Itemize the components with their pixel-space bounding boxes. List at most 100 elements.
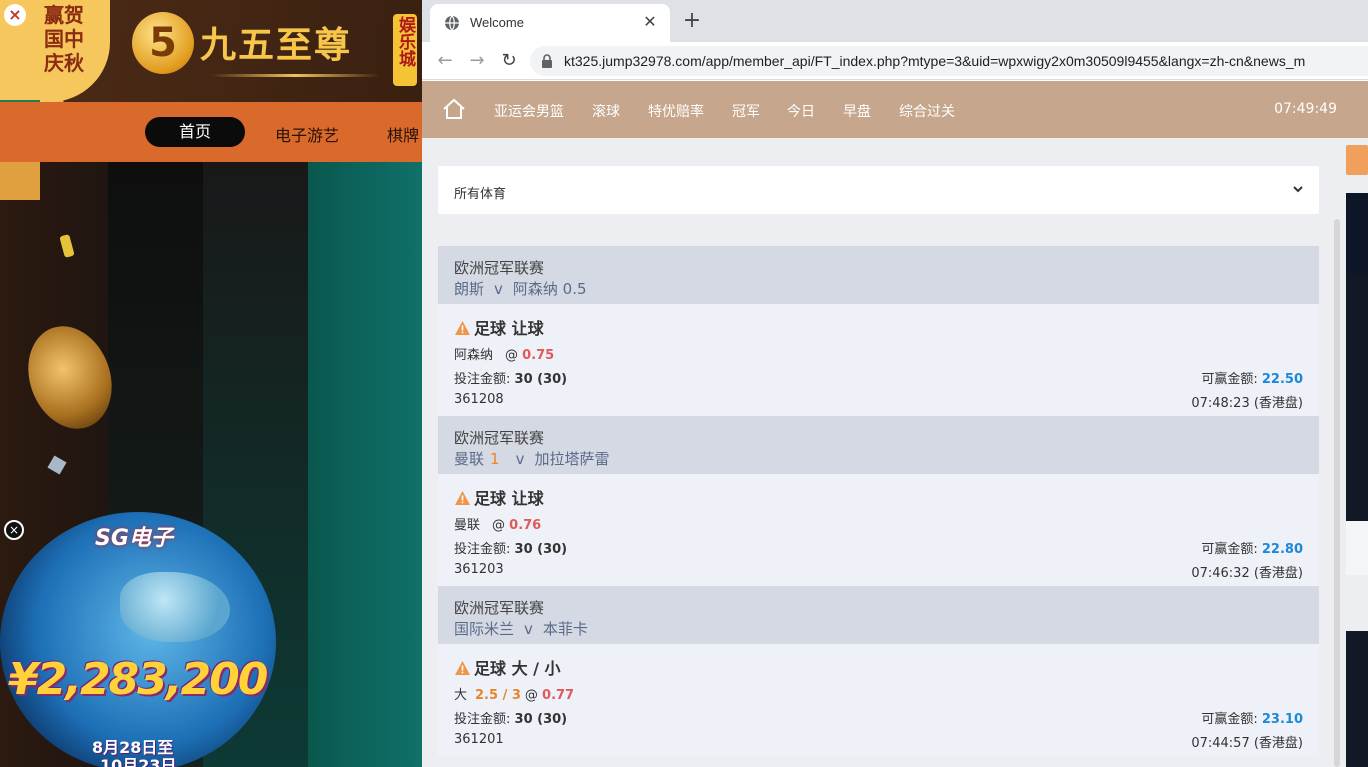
bet-history-page: 亚运会男篮 滚球 特优赔率 冠军 今日 早盘 综合过关 07:49:49 所有体… <box>422 81 1368 767</box>
nav-parlay[interactable]: 综合过关 <box>899 101 955 121</box>
forward-arrow-icon[interactable]: → <box>466 50 488 72</box>
casino-nav-cards[interactable]: 棋牌 <box>387 122 419 146</box>
stake: 投注金额: 30 (30) <box>454 538 567 557</box>
stake-label: 投注金额: <box>454 372 511 387</box>
win-amount: 可赢金额: 22.80 <box>1201 538 1303 557</box>
side-banner <box>1346 521 1368 575</box>
score: 1 <box>490 450 500 468</box>
clock: 07:49:49 <box>1274 101 1337 117</box>
bet-body: 足球 大 / 小 大 2.5 / 3 @ 0.77 投注金额: 30 (30) 可赢… <box>438 644 1319 756</box>
match-teams: 国际米兰 v 本菲卡 <box>454 618 588 639</box>
bet-header: 欧洲冠军联赛 曼联 1 v 加拉塔萨雷 <box>438 416 1319 474</box>
nav-today[interactable]: 今日 <box>787 101 815 121</box>
odds-value: 0.77 <box>542 688 575 703</box>
scrollbar[interactable] <box>1334 219 1340 767</box>
away-team: 本菲卡 <box>542 620 588 638</box>
league-name: 欧洲冠军联赛 <box>454 259 545 277</box>
league-name: 欧洲冠军联赛 <box>454 599 545 617</box>
nav-early[interactable]: 早盘 <box>843 101 871 121</box>
promo-brand: SG电子 <box>95 526 173 551</box>
casino-logo-tag: 娱乐城 <box>393 14 417 86</box>
lock-icon <box>542 54 552 68</box>
nav-outright[interactable]: 冠军 <box>732 101 760 121</box>
bet-type: 足球 大 / 小 <box>454 655 561 679</box>
promo-badge[interactable]: SG电子 ¥2,283,200 8月28日至 10月23日 <box>0 512 276 767</box>
over-under-line: 2.5 / 3 <box>475 688 521 703</box>
warning-icon <box>455 661 470 675</box>
home-icon[interactable] <box>442 98 466 120</box>
browser-toolbar: ← → ↻ kt325.jump32978.com/app/member_api… <box>422 42 1368 80</box>
nav-asian-games-basketball[interactable]: 亚运会男篮 <box>494 101 564 121</box>
stake-label: 投注金额: <box>454 542 511 557</box>
at-label: @ <box>524 688 538 703</box>
bet-header: 欧洲冠军联赛 国际米兰 v 本菲卡 <box>438 586 1319 644</box>
tab-strip: Welcome ✕ + <box>422 0 1368 42</box>
close-icon[interactable]: ✕ <box>640 12 660 32</box>
at-label: @ <box>505 348 519 363</box>
win-value: 22.80 <box>1261 542 1303 557</box>
bet-time: 07:46:32 (香港盘) <box>1191 566 1303 581</box>
coin-decoration <box>59 234 75 258</box>
bet-type: 足球 让球 <box>454 485 544 509</box>
feedback-flag[interactable] <box>1346 145 1368 175</box>
back-arrow-icon[interactable]: ← <box>434 50 456 72</box>
stake-value: 30 (30) <box>514 542 568 557</box>
away-team: 阿森纳 0.5 <box>512 280 587 298</box>
festival-text-3: 庆秋 <box>44 51 84 75</box>
ticket-number: 361208 <box>454 392 504 407</box>
browser-tab[interactable]: Welcome ✕ <box>430 4 670 42</box>
win-label: 可赢金额: <box>1201 372 1258 387</box>
stake-label: 投注金额: <box>454 712 511 727</box>
nav-live[interactable]: 滚球 <box>592 101 620 121</box>
logo-badge: 5 <box>132 12 194 74</box>
bet-type-label: 足球 让球 <box>474 489 544 508</box>
bet-card: 欧洲冠军联赛 曼联 1 v 加拉塔萨雷 足球 让球 曼联 @ 0.76 投注金额: 30… <box>438 416 1319 586</box>
promo-close-icon[interactable]: × <box>4 520 24 540</box>
away-team: 加拉塔萨雷 <box>534 450 610 468</box>
win-label: 可赢金额: <box>1201 712 1258 727</box>
odds-value: 0.75 <box>522 348 555 363</box>
match-teams: 曼联 1 v 加拉塔萨雷 <box>454 448 609 469</box>
bet-card: 欧洲冠军联赛 朗斯 v 阿森纳 0.5 足球 让球 阿森纳 @ 0.75 投注金额: … <box>438 246 1319 416</box>
nav-special-odds[interactable]: 特优赔率 <box>648 101 704 121</box>
ticket-number: 361201 <box>454 732 504 747</box>
win-value: 22.50 <box>1261 372 1303 387</box>
home-team: 朗斯 <box>454 280 485 298</box>
warning-icon <box>455 321 470 335</box>
background-casino-site: 赢贺 国中 庆秋 × 5 九五至尊 娱乐城 首页 电子游艺 棋牌 SG电子 ¥2… <box>0 0 422 767</box>
plus-icon[interactable]: + <box>680 10 704 34</box>
vs-label: v <box>494 280 503 298</box>
home-team: 国际米兰 <box>454 620 515 638</box>
bet-type-label: 足球 让球 <box>474 319 544 338</box>
address-bar[interactable]: kt325.jump32978.com/app/member_api/FT_in… <box>530 46 1368 76</box>
stake: 投注金额: 30 (30) <box>454 368 567 387</box>
at-label: @ <box>492 518 506 533</box>
tab-title: Welcome <box>470 15 524 30</box>
bet-type: 足球 让球 <box>454 315 544 339</box>
casino-nav: 首页 电子游艺 棋牌 <box>0 102 422 162</box>
shard-decoration <box>47 455 67 475</box>
stake-value: 30 (30) <box>514 712 568 727</box>
bet-selection: 曼联 @ 0.76 <box>454 514 541 533</box>
sport-filter-dropdown[interactable]: 所有体育 <box>438 166 1319 214</box>
win-value: 23.10 <box>1261 712 1303 727</box>
win-label: 可赢金额: <box>1201 542 1258 557</box>
dragon-illustration <box>120 572 230 642</box>
ticket-number: 361203 <box>454 562 504 577</box>
reload-icon[interactable]: ↻ <box>498 50 520 72</box>
festival-text-2: 国中 <box>44 27 84 51</box>
bet-selection: 大 2.5 / 3 @ 0.77 <box>454 684 574 703</box>
logo-ornament <box>210 74 380 77</box>
match-teams: 朗斯 v 阿森纳 0.5 <box>454 278 587 299</box>
bet-header: 欧洲冠军联赛 朗斯 v 阿森纳 0.5 <box>438 246 1319 304</box>
promo-amount: ¥2,283,200 <box>8 654 268 705</box>
bet-selection: 阿森纳 @ 0.75 <box>454 344 554 363</box>
bet-body: 足球 让球 阿森纳 @ 0.75 投注金额: 30 (30) 可赢金额: 22.5… <box>438 304 1319 416</box>
stake: 投注金额: 30 (30) <box>454 708 567 727</box>
browser-window: Welcome ✕ + ← → ↻ kt325.jump32978.com/ap… <box>422 0 1368 767</box>
casino-nav-home[interactable]: 首页 <box>145 117 245 147</box>
banner-close-icon[interactable]: × <box>4 4 26 26</box>
league-name: 欧洲冠军联赛 <box>454 429 545 447</box>
casino-nav-egames[interactable]: 电子游艺 <box>275 122 339 146</box>
side-banner <box>1346 273 1368 521</box>
